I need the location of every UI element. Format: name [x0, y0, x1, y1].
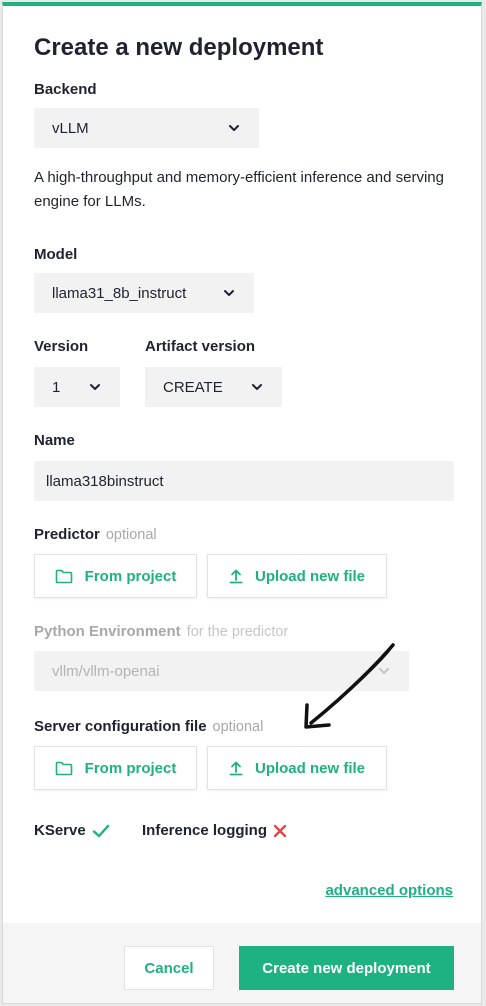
inference-logging-status: Inference logging: [142, 822, 287, 839]
predictor-upload-label: Upload new file: [254, 567, 365, 585]
artifact-version-select[interactable]: CREATE: [145, 367, 282, 407]
check-icon: [92, 824, 109, 837]
predictor-label-text: Predictor: [34, 526, 100, 543]
python-environment-value: vllm/vllm-openai: [52, 662, 160, 680]
predictor-upload-button[interactable]: Upload new file: [207, 554, 387, 598]
inference-logging-label: Inference logging: [142, 822, 268, 839]
backend-select-value: vLLM: [52, 119, 89, 137]
backend-description: A high-throughput and memory-efficient i…: [34, 169, 444, 210]
create-deployment-button[interactable]: Create new deployment: [239, 946, 454, 990]
kserve-status: KServe: [34, 822, 110, 839]
chevron-down-icon: [88, 380, 102, 394]
advanced-options-link[interactable]: advanced options: [325, 882, 453, 899]
version-label: Version: [34, 338, 89, 355]
artifact-version-label: Artifact version: [145, 338, 256, 355]
backend-label: Backend: [34, 81, 97, 98]
name-label: Name: [34, 432, 75, 449]
server-config-label: Server configuration file optional: [34, 718, 263, 735]
dialog-title: Create a new deployment: [34, 34, 324, 61]
server-config-label-text: Server configuration file: [34, 718, 207, 735]
version-select[interactable]: 1: [34, 367, 120, 407]
server-config-from-project-label: From project: [84, 759, 177, 777]
name-input[interactable]: [34, 461, 454, 501]
x-icon: [273, 824, 287, 837]
cancel-button[interactable]: Cancel: [124, 946, 214, 990]
model-select-value: llama31_8b_instruct: [52, 284, 187, 302]
kserve-label: KServe: [34, 822, 86, 839]
python-environment-label: Python Environment for the predictor: [34, 623, 288, 640]
dialog-footer: Cancel Create new deployment: [3, 923, 481, 1003]
create-deployment-dialog: Create a new deployment Backend vLLM A h…: [2, 2, 482, 1004]
chevron-down-icon: [227, 121, 241, 135]
server-config-upload-button[interactable]: Upload new file: [207, 746, 387, 790]
server-config-upload-label: Upload new file: [254, 759, 365, 777]
folder-icon: [55, 569, 72, 583]
server-config-from-project-button[interactable]: From project: [34, 746, 197, 790]
python-environment-hint: for the predictor: [186, 624, 289, 640]
version-select-value: 1: [52, 378, 61, 396]
arrow-annotation: [304, 643, 395, 729]
python-environment-label-text: Python Environment: [34, 623, 181, 640]
backend-select[interactable]: vLLM: [34, 108, 259, 148]
upload-icon: [229, 761, 243, 775]
predictor-from-project-label: From project: [84, 567, 177, 585]
chevron-down-icon: [222, 286, 236, 300]
model-select[interactable]: llama31_8b_instruct: [34, 273, 254, 313]
folder-icon: [55, 761, 72, 775]
artifact-version-select-value: CREATE: [163, 378, 223, 396]
predictor-label: Predictor optional: [34, 526, 157, 543]
chevron-down-icon: [250, 380, 264, 394]
upload-icon: [229, 569, 243, 583]
predictor-from-project-button[interactable]: From project: [34, 554, 197, 598]
predictor-optional-hint: optional: [105, 527, 157, 543]
server-config-optional-hint: optional: [212, 719, 264, 735]
model-label: Model: [34, 246, 78, 263]
